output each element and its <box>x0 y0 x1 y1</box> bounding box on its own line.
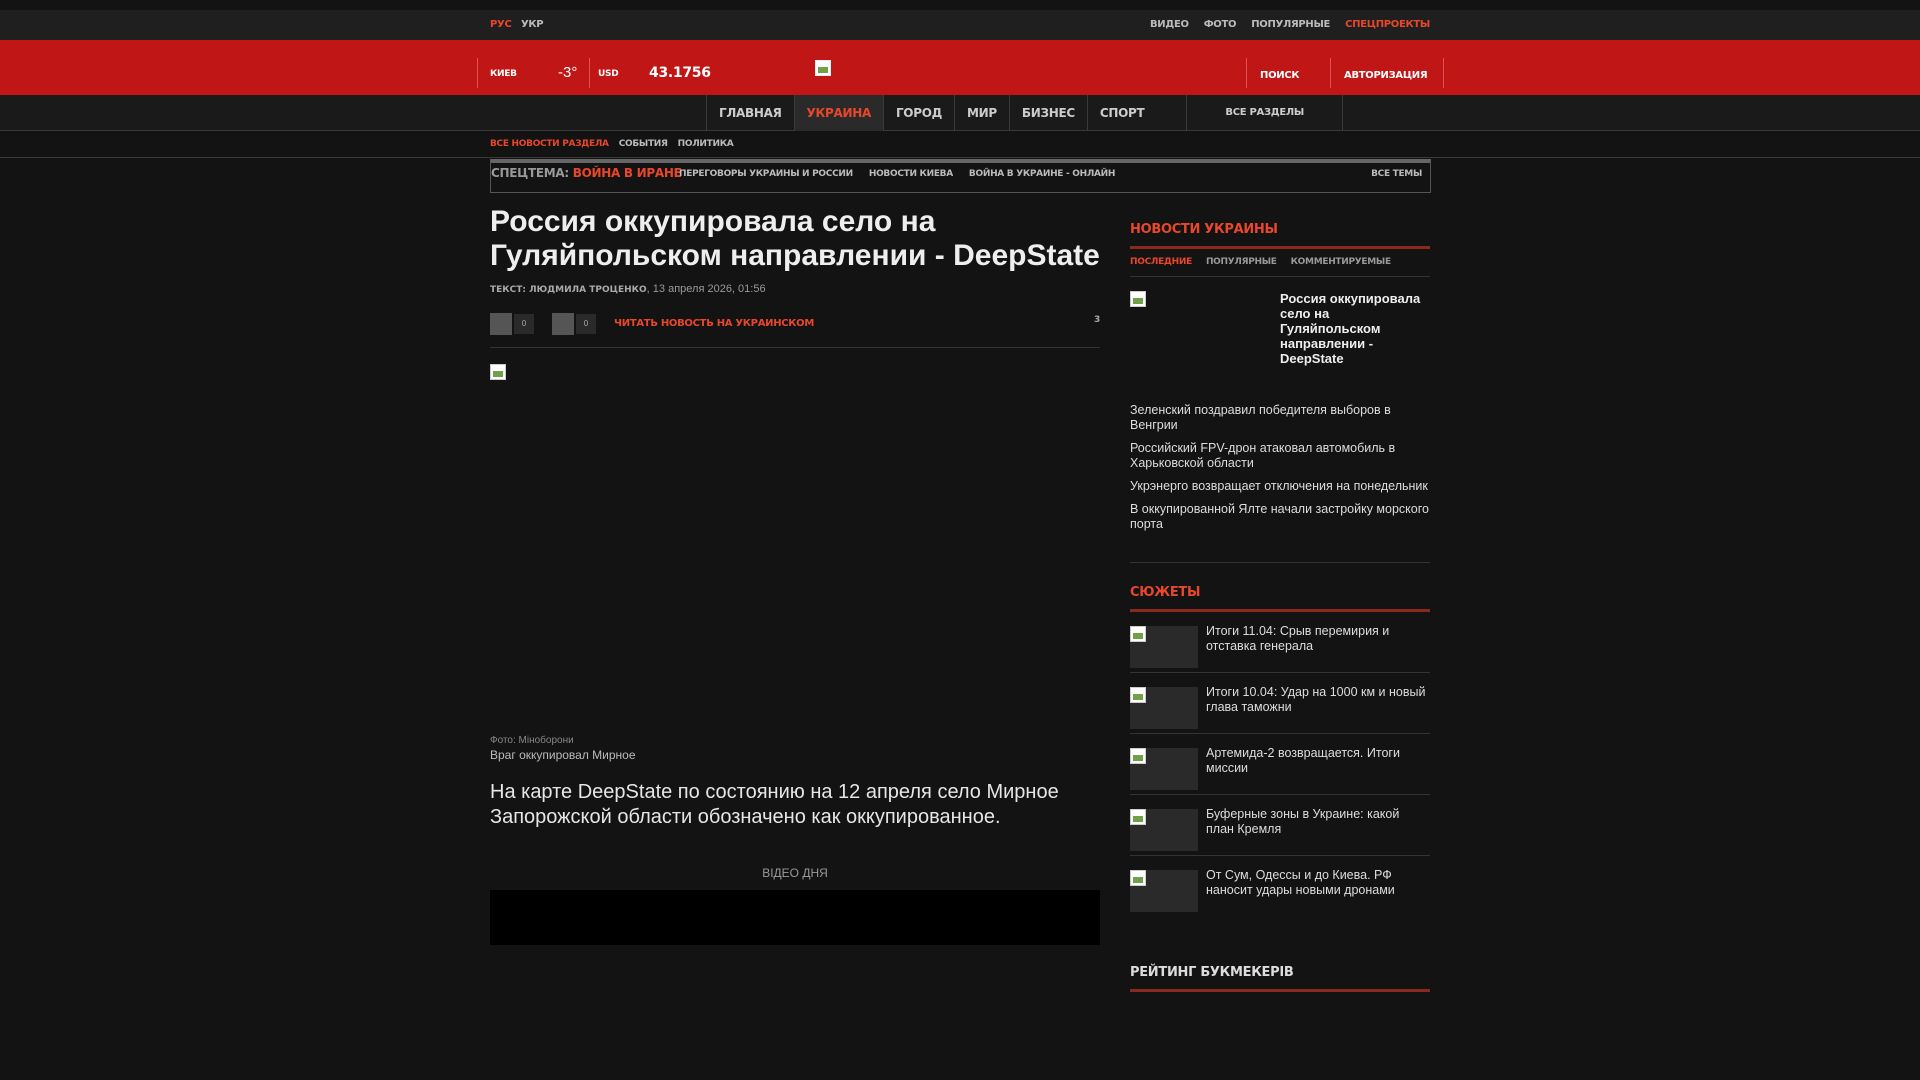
share-telegram[interactable]: 0 <box>552 313 596 335</box>
divider <box>589 58 590 88</box>
story-item[interactable]: Буферные зоны в Украине: какой план Крем… <box>1130 795 1430 856</box>
main-nav: ГЛАВНАЯ УКРАИНА ГОРОД МИР БИЗНЕС СПОРТ В… <box>0 95 1920 131</box>
article: Россия оккупировала село на Гуляйпольско… <box>490 205 1100 945</box>
top-bar: РУС УКР ВИДЕО ФОТО ПОПУЛЯРНЫЕ СПЕЦПРОЕКТ… <box>0 10 1920 40</box>
comments-count[interactable]: 3 <box>1094 315 1100 325</box>
nav-item-all-sections[interactable]: ВСЕ РАЗДЕЛЫ <box>1186 95 1343 131</box>
photo-caption: Враг оккупировал Мирное <box>490 748 636 762</box>
lang-ukr-link[interactable]: УКР <box>521 19 544 30</box>
top-nav-popular[interactable]: ПОПУЛЯРНЫЕ <box>1251 19 1330 30</box>
top-nav: ВИДЕО ФОТО ПОПУЛЯРНЫЕ СПЕЦПРОЕКТЫ <box>1150 19 1430 30</box>
search-button[interactable]: ПОИСК <box>1260 70 1300 81</box>
nav-item-sport[interactable]: СПОРТ <box>1086 95 1157 131</box>
share-facebook-icon[interactable] <box>490 313 512 335</box>
story-item[interactable]: Артемида-2 возвращается. Итоги миссии <box>1130 734 1430 795</box>
subnav-events[interactable]: СОБЫТИЯ <box>619 139 668 149</box>
article-author[interactable]: ТЕКСТ: ЛЮДМИЛА ТРОЦЕНКО <box>490 285 647 295</box>
story-title[interactable]: Итоги 11.04: Срыв перемирия и отставка г… <box>1206 624 1430 654</box>
subnav-politics[interactable]: ПОЛИТИКА <box>678 139 734 149</box>
logo-image-icon[interactable] <box>815 60 831 76</box>
share-count: 0 <box>514 314 534 334</box>
special-topic-link[interactable]: ПЕРЕГОВОРЫ УКРАИНЫ И РОССИИ <box>679 169 853 179</box>
weather-city: КИЕВ <box>490 69 517 79</box>
top-nav-video[interactable]: ВИДЕО <box>1150 19 1189 30</box>
broken-image-icon <box>1130 291 1146 307</box>
news-list: Зеленский поздравил победителя выборов в… <box>1130 403 1430 563</box>
nav-item-business[interactable]: БИЗНЕС <box>1008 95 1087 131</box>
article-photo: Фото: Міноборони Враг оккупировал Мирное <box>490 364 1100 762</box>
divider <box>1246 58 1247 88</box>
stories-list: Итоги 11.04: Срыв перемирия и отставка г… <box>1130 612 1430 917</box>
ukraine-news-heading[interactable]: НОВОСТИ УКРАИНЫ <box>1130 222 1430 249</box>
top-news-item[interactable]: Россия оккупировала село на Гуляйпольско… <box>1130 291 1430 403</box>
login-button[interactable]: АВТОРИЗАЦИЯ <box>1344 70 1428 81</box>
share-count: 0 <box>576 314 596 334</box>
broken-image-icon <box>1130 687 1146 703</box>
share-telegram-icon[interactable] <box>552 313 574 335</box>
divider <box>1330 58 1331 88</box>
photo-credit: Фото: Міноборони <box>490 735 574 746</box>
header: КИЕВ -3° USD 43.1756 ПОИСК АВТОРИЗАЦИЯ <box>0 40 1920 95</box>
news-tabs: ПОСЛЕДНИЕ ПОПУЛЯРНЫЕ КОММЕНТИРУЕМЫЕ <box>1130 257 1430 277</box>
divider <box>1443 58 1444 88</box>
special-topic-prefix: СПЕЦТЕМА: <box>491 166 569 180</box>
story-title[interactable]: От Сум, Одессы и до Киева. РФ наносит уд… <box>1206 868 1430 898</box>
currency-label: USD <box>598 69 619 79</box>
broken-image-icon <box>1130 809 1146 825</box>
article-meta: ТЕКСТ: ЛЮДМИЛА ТРОЦЕНКО, 13 апреля 2026,… <box>490 283 766 295</box>
tab-popular[interactable]: ПОПУЛЯРНЫЕ <box>1206 257 1277 267</box>
bookmakers-rating-heading[interactable]: РЕЙТИНГ БУКМЕКЕРІВ <box>1130 965 1430 992</box>
special-topic-link[interactable]: ВОЙНА В УКРАИНЕ - ОНЛАЙН <box>969 169 1116 179</box>
broken-image-icon <box>490 364 506 380</box>
list-item[interactable]: В оккупированной Ялте начали застройку м… <box>1130 502 1430 532</box>
story-item[interactable]: Итоги 11.04: Срыв перемирия и отставка г… <box>1130 612 1430 673</box>
special-topic-main-link[interactable]: ВОЙНА В ИРАНЕ <box>573 166 682 180</box>
list-item[interactable]: Укрэнерго возвращает отключения на понед… <box>1130 479 1430 494</box>
top-nav-photo[interactable]: ФОТО <box>1204 19 1237 30</box>
read-in-ukrainian-link[interactable]: ЧИТАТЬ НОВОСТЬ НА УКРАИНСКОМ <box>614 318 814 329</box>
top-news-title[interactable]: Россия оккупировала село на Гуляйпольско… <box>1280 291 1430 366</box>
share-facebook[interactable]: 0 <box>490 313 534 335</box>
story-item[interactable]: От Сум, Одессы и до Киева. РФ наносит уд… <box>1130 856 1430 917</box>
article-actions: 0 0 ЧИТАТЬ НОВОСТЬ НА УКРАИНСКОМ 3 <box>490 313 1100 348</box>
list-item[interactable]: Российский FPV-дрон атаковал автомобиль … <box>1130 441 1430 471</box>
special-topic-label: СПЕЦТЕМА: ВОЙНА В ИРАНЕ <box>491 166 682 180</box>
special-topics-bar: СПЕЦТЕМА: ВОЙНА В ИРАНЕ ПЕРЕГОВОРЫ УКРАИ… <box>490 159 1431 193</box>
weather-temperature: -3° <box>558 64 578 81</box>
nav-item-world[interactable]: МИР <box>954 95 1009 131</box>
story-item[interactable]: Итоги 10.04: Удар на 1000 км и новый гла… <box>1130 673 1430 734</box>
broken-image-icon <box>1130 748 1146 764</box>
video-player[interactable] <box>490 890 1100 945</box>
tab-latest[interactable]: ПОСЛЕДНИЕ <box>1130 257 1192 267</box>
stories-heading[interactable]: СЮЖЕТЫ <box>1130 585 1430 612</box>
top-nav-special-projects[interactable]: СПЕЦПРОЕКТЫ <box>1345 19 1430 30</box>
sidebar: НОВОСТИ УКРАИНЫ ПОСЛЕДНИЕ ПОПУЛЯРНЫЕ КОМ… <box>1130 222 1430 992</box>
nav-item-city[interactable]: ГОРОД <box>882 95 954 131</box>
subnav-all-news[interactable]: ВСЕ НОВОСТИ РАЗДЕЛА <box>490 139 609 149</box>
article-date: 13 апреля 2026, 01:56 <box>652 283 766 295</box>
sub-nav: ВСЕ НОВОСТИ РАЗДЕЛА СОБЫТИЯ ПОЛИТИКА <box>0 132 1920 158</box>
story-title[interactable]: Итоги 10.04: Удар на 1000 км и новый гла… <box>1206 685 1430 715</box>
video-of-day-label: ВІДЕО ДНЯ <box>762 866 828 880</box>
tab-commented[interactable]: КОММЕНТИРУЕМЫЕ <box>1291 257 1391 267</box>
broken-image-icon <box>1130 870 1146 886</box>
divider <box>477 58 478 88</box>
broken-image-icon <box>1130 626 1146 642</box>
nav-item-ukraine[interactable]: УКРАИНА <box>793 95 883 131</box>
story-title[interactable]: Буферные зоны в Украине: какой план Крем… <box>1206 807 1430 837</box>
story-title[interactable]: Артемида-2 возвращается. Итоги миссии <box>1206 746 1430 776</box>
article-lead: На карте DeepState по состоянию на 12 ап… <box>490 781 1059 828</box>
list-item[interactable]: Зеленский поздравил победителя выборов в… <box>1130 403 1430 433</box>
currency-rate: 43.1756 <box>649 65 711 81</box>
article-title: Россия оккупировала село на Гуляйпольско… <box>490 205 1100 272</box>
nav-item-main[interactable]: ГЛАВНАЯ <box>706 95 794 131</box>
special-topic-link[interactable]: НОВОСТИ КИЕВА <box>869 169 953 179</box>
all-topics-link[interactable]: ВСЕ ТЕМЫ <box>1371 169 1422 179</box>
lang-rus-link[interactable]: РУС <box>490 19 512 30</box>
